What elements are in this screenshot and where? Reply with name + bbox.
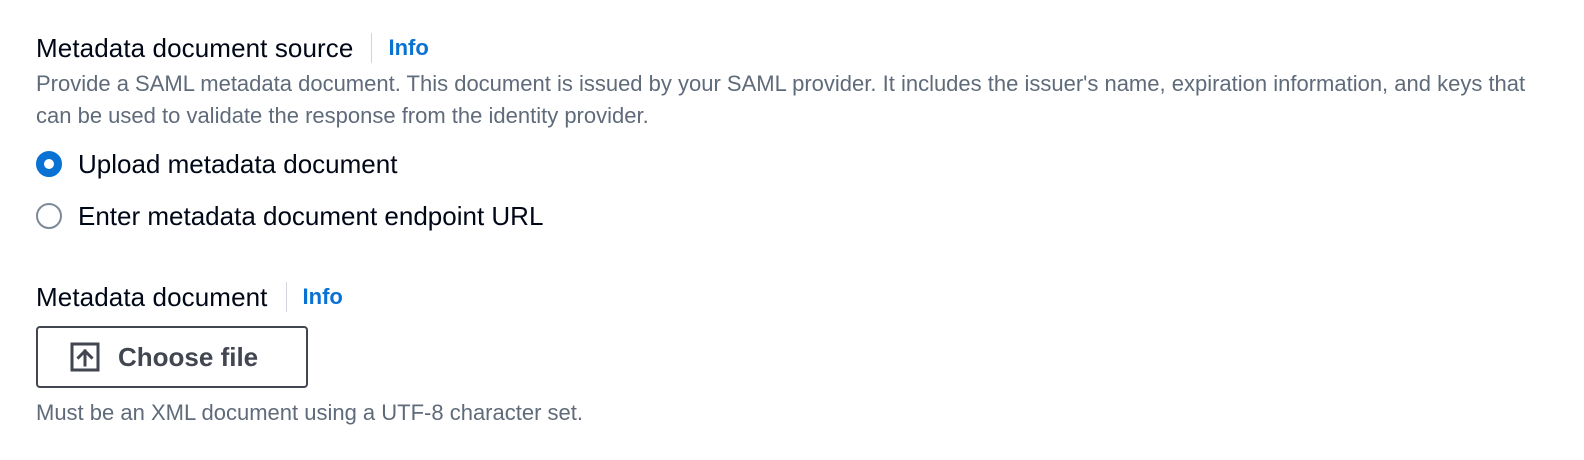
choose-file-label[interactable]: Choose file <box>118 342 258 373</box>
metadata-document-info-link[interactable]: Info <box>303 284 343 310</box>
metadata-document-label: Metadata document <box>36 281 268 312</box>
radio-option-endpoint-url[interactable]: Enter metadata document endpoint URL <box>36 190 1566 242</box>
radio-option-upload[interactable]: Upload metadata document <box>36 138 1566 190</box>
radio-endpoint-url-label[interactable]: Enter metadata document endpoint URL <box>78 201 543 232</box>
metadata-document-field: Metadata document Info Choose file Must … <box>36 280 1566 426</box>
metadata-source-info-link[interactable]: Info <box>388 35 428 61</box>
upload-icon <box>70 342 100 372</box>
label-divider <box>285 282 287 312</box>
choose-file-button[interactable]: Choose file <box>36 326 308 388</box>
radio-upload-selected[interactable] <box>36 151 62 177</box>
metadata-source-field: Metadata document source Info Provide a … <box>36 31 1566 242</box>
metadata-document-constraint: Must be an XML document using a UTF-8 ch… <box>36 400 583 425</box>
metadata-source-description: Provide a SAML metadata document. This d… <box>36 71 1526 128</box>
metadata-source-radio-group: Upload metadata document Enter metadata … <box>36 138 1566 242</box>
label-divider <box>371 33 373 63</box>
metadata-source-label-row: Metadata document source Info <box>36 31 1566 65</box>
radio-endpoint-url-unselected[interactable] <box>36 203 62 229</box>
radio-upload-label[interactable]: Upload metadata document <box>78 149 397 180</box>
metadata-document-label-row: Metadata document Info <box>36 280 1566 314</box>
metadata-source-label: Metadata document source <box>36 32 354 63</box>
